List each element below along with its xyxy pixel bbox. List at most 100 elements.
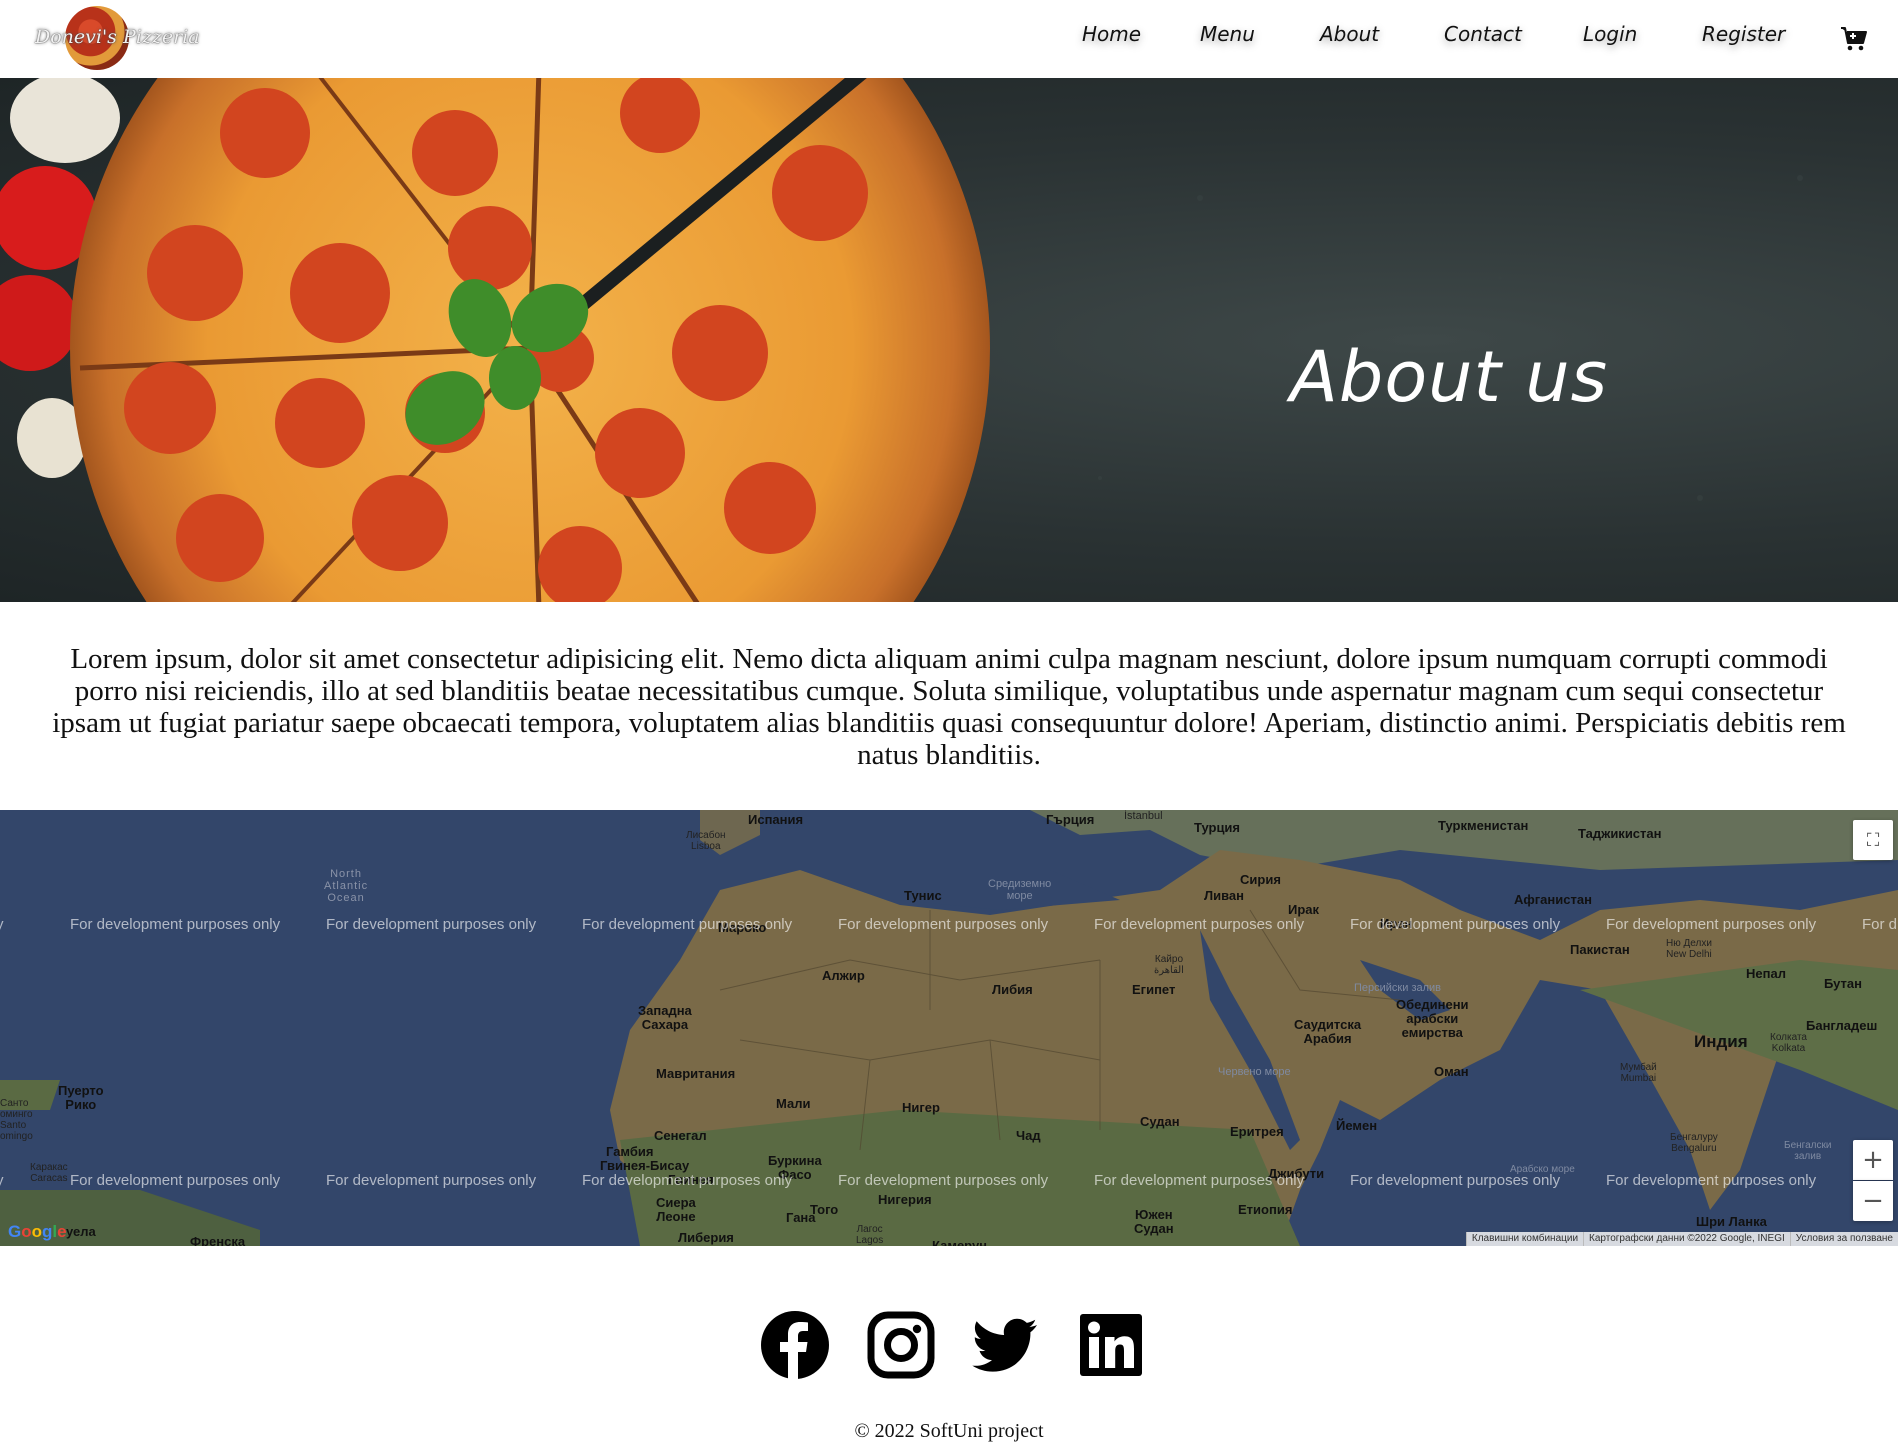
map-label-saudi: Саудитска Арабия — [1294, 1017, 1362, 1046]
map-watermark: For development purposes only — [1350, 916, 1561, 933]
nav-contact[interactable]: Contact — [1444, 22, 1522, 46]
nav-login[interactable]: Login — [1583, 22, 1637, 46]
map-label-spain: Испания — [748, 812, 804, 827]
map-label-santo-domingo: Санто оминго Santo omingo — [0, 1098, 33, 1142]
hero-title: About us — [1290, 336, 1609, 418]
map-label-western-sahara: Западна Сахара — [638, 1003, 692, 1032]
map-watermark: For development purposes only — [326, 916, 537, 933]
map-label-mali: Мали — [776, 1096, 811, 1111]
map-label-yemen: Йемен — [1336, 1118, 1378, 1133]
map-watermark: For development purposes only — [1606, 1172, 1817, 1189]
map-label-kolkata: Колката Kolkata — [1770, 1032, 1807, 1054]
copyright-text: © 2022 SoftUni project — [854, 1420, 1044, 1442]
map-label-senegal: Сенегал — [654, 1128, 707, 1143]
map-watermark: For development purposes only — [582, 916, 793, 933]
map-label-venezuela: уела — [66, 1224, 96, 1239]
map-label-puerto-rico: Пуерто Рико — [58, 1083, 104, 1112]
map-label-delhi: Ню Делхи New Delhi — [1666, 938, 1712, 960]
google-logo[interactable]: Google — [8, 1222, 67, 1242]
nav-links: Home Menu About Contact Login Register — [0, 22, 1898, 62]
map-attribution: Клавишни комбинации Картографски данни ©… — [1465, 1232, 1898, 1246]
map-watermark: For d — [1862, 916, 1898, 933]
map-label-iraq: Ирак — [1288, 902, 1320, 917]
map-zoom-in-button[interactable]: + — [1853, 1140, 1893, 1180]
map-keyboard-shortcuts-link[interactable]: Клавишни комбинации — [1465, 1232, 1583, 1246]
hero-pizza-image — [0, 78, 1803, 602]
map-label-guiana: Френска — [190, 1234, 246, 1246]
map-label-nepal: Непал — [1746, 966, 1786, 981]
nav-register[interactable]: Register — [1702, 22, 1785, 46]
map-label-greece: Гърция — [1046, 812, 1095, 827]
nav-home[interactable]: Home — [1082, 22, 1141, 46]
map-terms-link[interactable]: Условия за ползване — [1789, 1232, 1898, 1246]
hero-banner: About us — [0, 78, 1898, 602]
map-label-north-atlantic: North Atlantic Ocean — [324, 868, 369, 904]
map-label-mumbai: Мумбай Mumbai — [1620, 1062, 1657, 1084]
map-label-gambia: Гамбия — [606, 1144, 654, 1159]
linkedin-icon[interactable] — [1076, 1310, 1146, 1380]
map-watermark: For development purposes only — [1606, 916, 1817, 933]
map-data-text: Картографски данни ©2022 Google, INEGI — [1583, 1232, 1790, 1246]
map-watermark: For development purposes only — [1094, 916, 1305, 933]
nav-about[interactable]: About — [1320, 22, 1379, 46]
map-watermark: For development purposes only — [838, 1172, 1049, 1189]
map-label-libya: Либия — [992, 982, 1033, 997]
map-label-bengaluru: Бенгалуру Bengaluru — [1670, 1132, 1718, 1154]
map-watermark: For development purposes only — [70, 916, 281, 933]
map-label-oman: Оман — [1434, 1064, 1469, 1079]
map-label-tajikistan: Таджикистан — [1578, 826, 1662, 841]
map-label-nigeria: Нигерия — [878, 1192, 932, 1207]
map-label-lagos: Лагос Lagos — [856, 1224, 884, 1246]
map-watermark: For development purposes only — [326, 1172, 537, 1189]
map-label-tunisia: Тунис — [904, 888, 942, 903]
map-label-egypt: Египет — [1132, 982, 1176, 997]
map-label-bengal-bay: Бенгалски залив — [1784, 1140, 1832, 1162]
map-watermark: only — [0, 1172, 4, 1189]
map-label-med-sea: Средиземно море — [988, 878, 1052, 902]
map-label-uae: Обединени арабски емирства — [1396, 997, 1469, 1040]
map-label-bangladesh: Бангладеш — [1806, 1018, 1878, 1033]
twitter-icon[interactable] — [970, 1310, 1040, 1380]
map-watermark: For development purposes only — [1094, 1172, 1305, 1189]
map-label-liberia: Либерия — [678, 1230, 734, 1245]
map-label-algeria: Алжир — [822, 968, 865, 983]
navbar: Donevi's Pizzeria Home Menu About Contac… — [0, 0, 1898, 78]
map-label-mauritania: Мавритания — [656, 1066, 736, 1081]
map-label-pakistan: Пакистан — [1570, 942, 1630, 957]
map-label-istanbul: İstanbul — [1124, 810, 1163, 822]
map-label-lebanon: Ливан — [1204, 888, 1245, 903]
map-fullscreen-icon[interactable]: ⛶ — [1853, 820, 1893, 860]
map-label-cairo: Кайро القاهرة — [1154, 954, 1184, 976]
about-paragraph: Lorem ipsum, dolor sit amet consectetur … — [52, 643, 1846, 771]
instagram-icon[interactable] — [866, 1310, 936, 1380]
map-label-niger: Нигер — [902, 1100, 940, 1115]
map-label-sudan: Судан — [1140, 1114, 1180, 1129]
map-label-chad: Чад — [1016, 1128, 1041, 1143]
map-label-guinea-bissau: Гвинея-Бисау — [600, 1158, 690, 1173]
map-label-lisbon: Лисабон Lisboa — [686, 830, 726, 852]
map-watermark: For development purposes only — [582, 1172, 793, 1189]
map-label-turkey: Турция — [1194, 820, 1241, 835]
map-label-syria: Сирия — [1240, 872, 1281, 887]
map-label-india: Индия — [1694, 1032, 1748, 1051]
nav-menu[interactable]: Menu — [1200, 22, 1255, 46]
map-watermark: For development purposes only — [1350, 1172, 1561, 1189]
map-label-south-sudan: Южен Судан — [1134, 1207, 1174, 1236]
map-label-sierra-leone: Сиера Леоне — [656, 1195, 696, 1224]
cart-icon[interactable] — [1840, 26, 1868, 52]
map-watermark: For development purposes only — [70, 1172, 281, 1189]
map-label-ethiopia: Етиопия — [1238, 1202, 1293, 1217]
map-label-red-sea: Червено море — [1218, 1066, 1291, 1078]
map-label-persian-gulf: Персийски залив — [1354, 982, 1442, 994]
map-label-bhutan: Бутан — [1824, 976, 1863, 991]
map-zoom-out-button[interactable]: − — [1853, 1181, 1893, 1221]
map-label-caracas: Каракас Caracas — [30, 1162, 68, 1184]
facebook-icon[interactable] — [760, 1310, 830, 1380]
map-label-turkmenistan: Туркменистан — [1438, 818, 1529, 833]
map-watermark: For development purposes only — [838, 916, 1049, 933]
map-label-ghana: Гана — [786, 1210, 816, 1225]
map-label-sri-lanka: Шри Ланка — [1696, 1214, 1767, 1229]
map-label-afghanistan: Афганистан — [1514, 892, 1592, 907]
google-map[interactable]: Испания Лисабон Lisboa Гърция İstanbul Ту… — [0, 810, 1898, 1246]
map-watermark: only — [0, 916, 4, 933]
